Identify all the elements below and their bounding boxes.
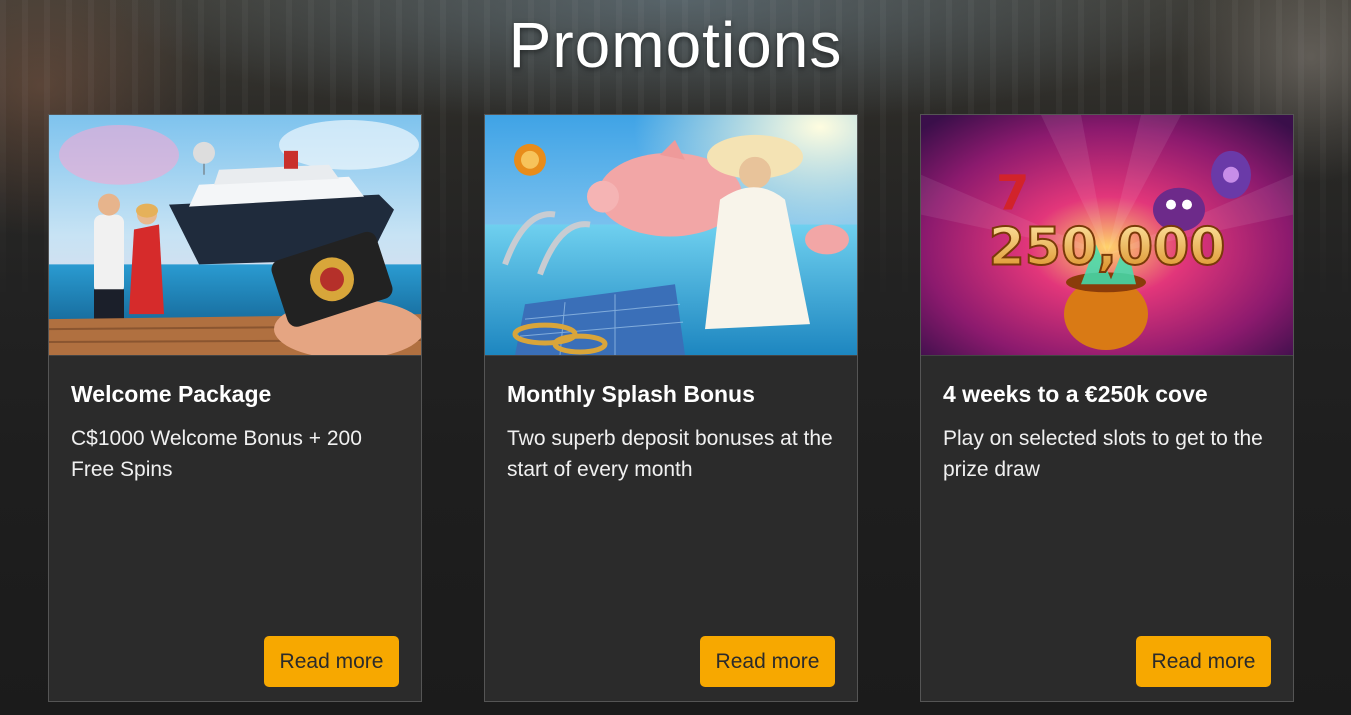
promo-description: C$1000 Welcome Bonus + 200 Free Spins (71, 427, 362, 481)
promo-description: Play on selected slots to get to the pri… (943, 427, 1263, 481)
read-more-button[interactable]: Read more (1136, 636, 1271, 687)
promo-title: 4 weeks to a €250k cove (943, 381, 1208, 407)
read-more-button[interactable]: Read more (264, 636, 399, 687)
jackpot-illustration: 7 250,000 (921, 115, 1293, 355)
promo-title: Welcome Package (71, 381, 272, 407)
piggy-bank-pool-image[interactable] (485, 115, 857, 356)
svg-text:7: 7 (996, 167, 1029, 222)
promo-card-250k: 7 250,000 4 weeks to a €250k cove Play o… (920, 114, 1294, 702)
jackpot-amount-graphic: 250,000 (989, 217, 1226, 277)
promo-description: Two superb deposit bonuses at the start … (507, 427, 833, 481)
page-title: Promotions (508, 9, 843, 81)
read-more-button[interactable]: Read more (700, 636, 835, 687)
jackpot-pot-image[interactable]: 7 250,000 (921, 115, 1293, 356)
promo-card-monthly-splash: Monthly Splash Bonus Two superb deposit … (484, 114, 858, 702)
cruise-ship-welcome-image[interactable] (49, 115, 421, 356)
promo-title: Monthly Splash Bonus (507, 381, 755, 407)
cruise-ship-illustration (49, 115, 421, 355)
promo-card-welcome: Welcome Package C$1000 Welcome Bonus + 2… (48, 114, 422, 702)
piggy-bank-pool-illustration (485, 115, 857, 355)
